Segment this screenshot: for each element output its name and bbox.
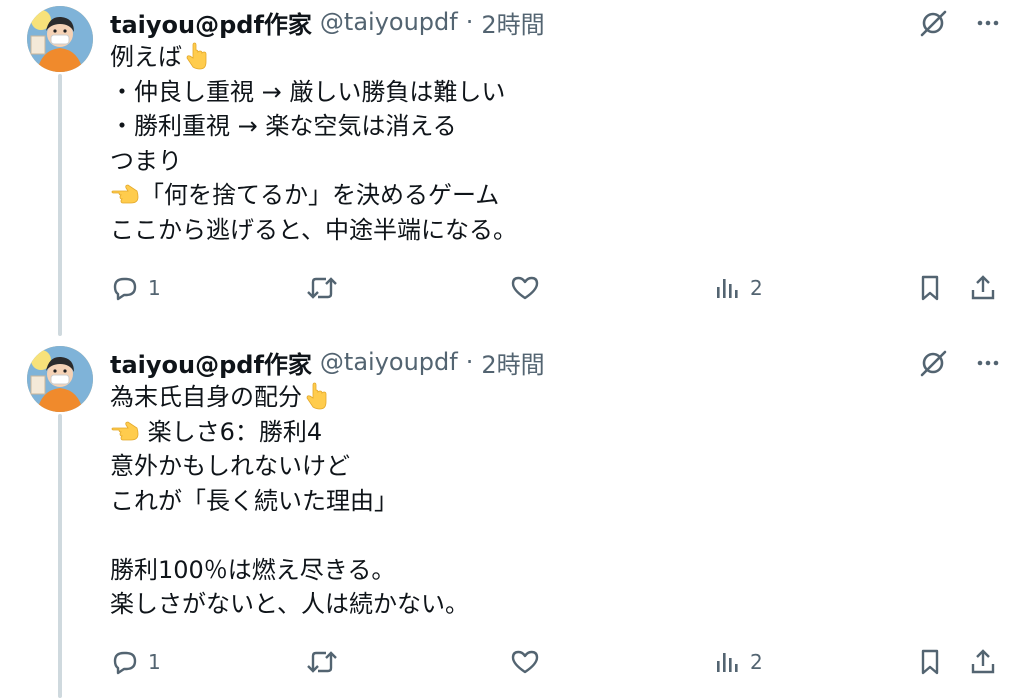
- tweet-line: 例えば: [110, 40, 990, 75]
- tweet-top-actions: [918, 346, 1002, 380]
- tweet-line: 「何を捨てるか」を決めるゲーム: [110, 178, 990, 213]
- avatar-image: [27, 6, 93, 72]
- tweet-line: 楽しさがないと、人は続かない。: [110, 587, 990, 622]
- tweet-line: [110, 518, 990, 553]
- tweet-line: これが「長く続いた理由」: [110, 484, 990, 519]
- share-button[interactable]: [968, 268, 998, 308]
- line-text: ここから逃げると、中途半端になる。: [110, 215, 518, 244]
- like-button[interactable]: [510, 268, 548, 308]
- line-text: 勝利100％は燃え尽きる。: [110, 555, 396, 584]
- views-button[interactable]: 2: [714, 268, 763, 308]
- line-text: 意外かもしれないけど: [110, 452, 350, 480]
- reply-count: 1: [148, 650, 161, 674]
- retweet-icon: [307, 277, 337, 299]
- line-text: つまり: [110, 146, 182, 175]
- share-icon: [971, 649, 995, 674]
- bookmark-icon: [921, 649, 939, 675]
- reply-icon: [113, 651, 137, 675]
- line-text: ・勝利重視 → 楽な空気は消える: [110, 112, 457, 140]
- grok-icon[interactable]: [918, 8, 948, 38]
- tweet-header: taiyou@pdf作家 @taiyoupdf · 2時間: [110, 345, 545, 380]
- tweet-text: 例えば ・仲良し重視 → 厳しい勝負は難しい ・勝利重視 → 楽な空気は消える …: [110, 40, 990, 247]
- avatar[interactable]: [27, 346, 93, 412]
- separator-dot: ·: [465, 348, 474, 376]
- display-name[interactable]: taiyou@pdf作家: [110, 5, 312, 40]
- display-name[interactable]: taiyou@pdf作家: [110, 345, 312, 380]
- point-down-emoji: [306, 382, 327, 410]
- point-down-emoji: [186, 42, 207, 70]
- tweet-header: taiyou@pdf作家 @taiyoupdf · 2時間: [110, 5, 545, 40]
- timeline: taiyou@pdf作家 @taiyoupdf · 2時間 例えば ・仲良し重視…: [0, 0, 1024, 698]
- avatar-image: [27, 346, 93, 412]
- views-icon: [717, 653, 738, 672]
- retweet-icon: [307, 651, 337, 673]
- retweet-button[interactable]: [306, 642, 346, 682]
- bookmark-button[interactable]: [915, 268, 945, 308]
- tweet-line: つまり: [110, 144, 990, 179]
- line-text: 「何を捨てるか」を決めるゲーム: [140, 181, 500, 209]
- share-icon: [971, 275, 995, 300]
- tweet[interactable]: taiyou@pdf作家 @taiyoupdf · 2時間 為末氏自身の配分 楽…: [0, 340, 1024, 698]
- separator-dot: ·: [465, 8, 474, 36]
- retweet-button[interactable]: [306, 268, 346, 308]
- point-right-emoji: [111, 184, 139, 204]
- reply-button[interactable]: 1: [110, 268, 161, 308]
- tweet-line: ここから逃げると、中途半端になる。: [110, 213, 990, 248]
- timestamp[interactable]: 2時間: [481, 5, 544, 40]
- tweet-line: 楽しさ6：勝利4: [110, 415, 990, 450]
- views-button[interactable]: 2: [714, 642, 763, 682]
- avatar[interactable]: [27, 6, 93, 72]
- share-button[interactable]: [968, 642, 998, 682]
- line-text: 為末氏自身の配分: [110, 383, 302, 411]
- like-icon: [511, 276, 539, 300]
- tweet-line: ・勝利重視 → 楽な空気は消える: [110, 109, 990, 144]
- line-text: これが「長く続いた理由」: [110, 486, 398, 515]
- tweet-line: 意外かもしれないけど: [110, 449, 990, 484]
- tweet[interactable]: taiyou@pdf作家 @taiyoupdf · 2時間 例えば ・仲良し重視…: [0, 0, 1024, 340]
- line-text: 例えば: [110, 43, 182, 71]
- line-text: 楽しさがないと、人は続かない。: [110, 590, 470, 618]
- reply-count: 1: [148, 276, 161, 300]
- tweet-top-actions: [918, 6, 1002, 40]
- reply-button[interactable]: 1: [110, 642, 161, 682]
- user-handle[interactable]: @taiyoupdf: [320, 348, 458, 376]
- tweet-line: 勝利100％は燃え尽きる。: [110, 553, 990, 588]
- views-count: 2: [750, 650, 763, 674]
- like-button[interactable]: [510, 642, 548, 682]
- like-icon: [511, 650, 539, 674]
- views-icon: [717, 279, 738, 298]
- more-icon[interactable]: [974, 9, 1002, 37]
- timestamp[interactable]: 2時間: [481, 345, 544, 380]
- tweet-text: 為末氏自身の配分 楽しさ6：勝利4 意外かもしれないけど これが「長く続いた理由…: [110, 380, 990, 622]
- bookmark-icon: [921, 275, 939, 301]
- tweet-actions: 1 2: [110, 268, 1010, 308]
- line-text: ・仲良し重視 → 厳しい勝負は難しい: [110, 77, 506, 106]
- more-icon[interactable]: [974, 349, 1002, 377]
- user-handle[interactable]: @taiyoupdf: [320, 8, 458, 36]
- point-right-emoji: [111, 421, 139, 440]
- views-count: 2: [750, 276, 763, 300]
- reply-icon: [113, 277, 137, 301]
- tweet-actions: 1 2: [110, 642, 1010, 682]
- line-text: 楽しさ6：勝利4: [140, 417, 323, 446]
- grok-icon[interactable]: [918, 348, 948, 378]
- tweet-line: 為末氏自身の配分: [110, 380, 990, 415]
- bookmark-button[interactable]: [915, 642, 945, 682]
- tweet-line: ・仲良し重視 → 厳しい勝負は難しい: [110, 75, 990, 110]
